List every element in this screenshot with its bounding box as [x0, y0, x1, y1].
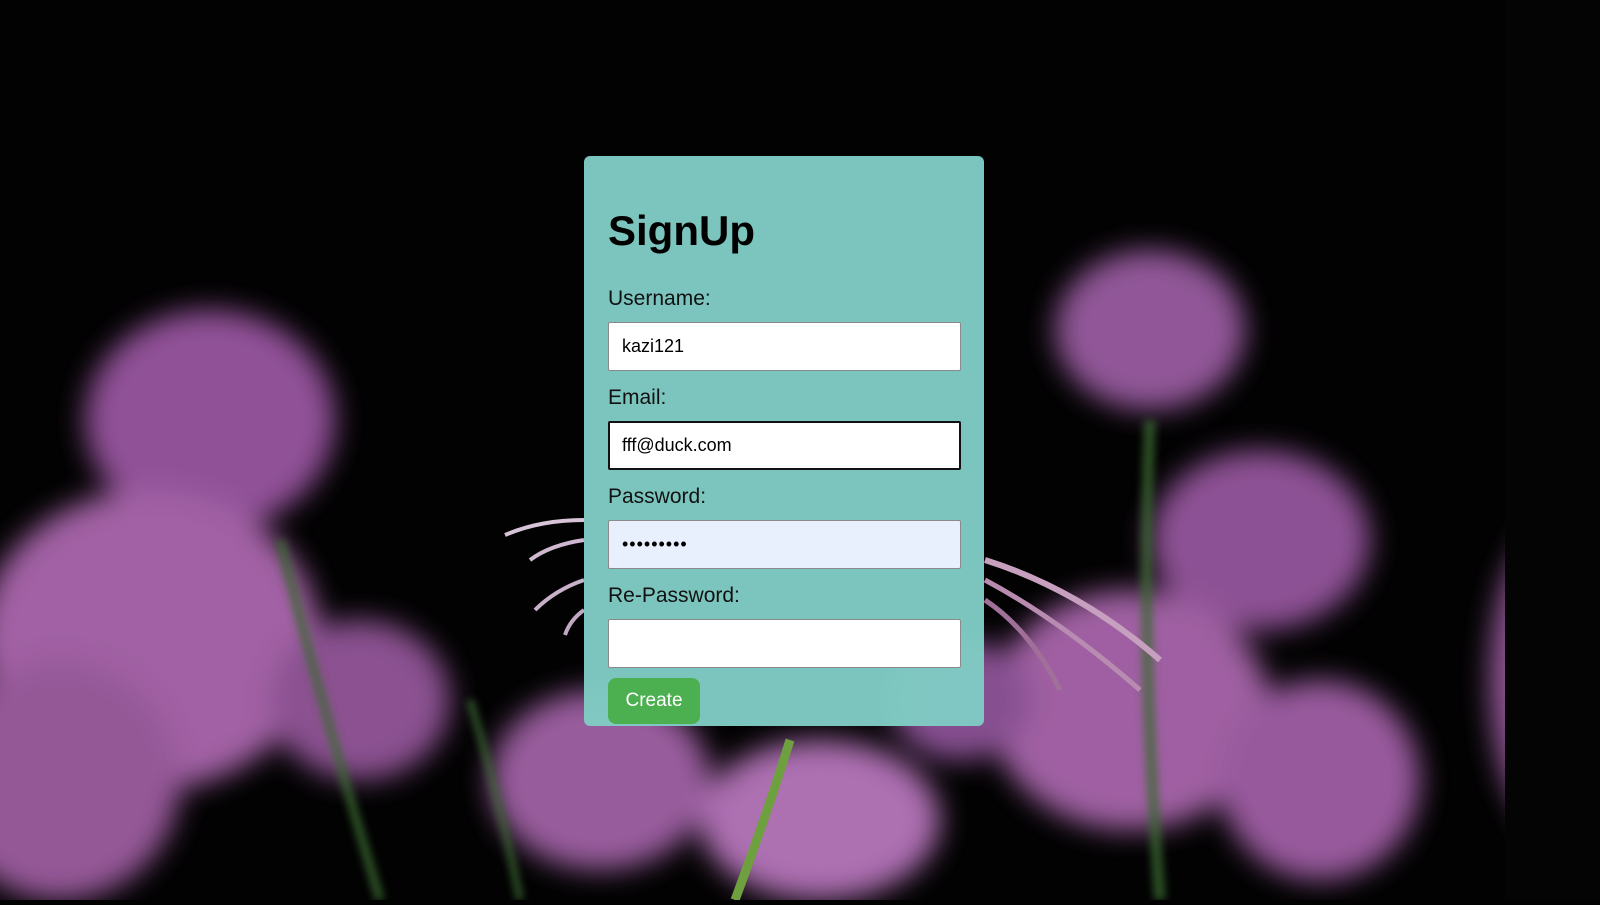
email-label: Email: [608, 386, 667, 409]
create-button[interactable]: Create [608, 678, 700, 724]
email-input[interactable] [608, 421, 961, 470]
repassword-label: Re-Password: [608, 584, 740, 607]
username-input[interactable] [608, 322, 961, 371]
signup-card: SignUp Username: Email: Password: Re-Pas… [584, 156, 984, 726]
password-label: Password: [608, 485, 707, 508]
right-edge-strip [1505, 0, 1600, 900]
page-title: SignUp [608, 207, 755, 254]
username-label: Username: [608, 287, 711, 310]
password-input[interactable] [608, 520, 961, 569]
repassword-input[interactable] [608, 619, 961, 668]
